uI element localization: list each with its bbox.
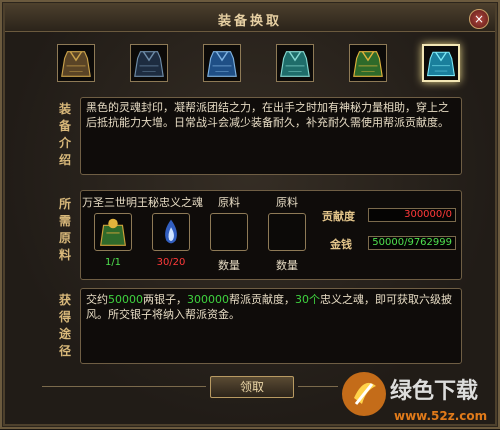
material-slot-4[interactable]	[268, 213, 306, 251]
route-money: 50000	[108, 293, 143, 306]
equipment-slot-1[interactable]	[57, 44, 95, 82]
material-slot-1[interactable]	[94, 213, 132, 251]
acquisition-route: 交约50000两银子，300000帮派贡献度，30个忠义之魂，即可获取六级披风。…	[86, 292, 458, 322]
route-souls: 30个	[295, 293, 320, 306]
route-text-2: 两银子，	[143, 293, 187, 306]
description-label-text: 装备介绍	[58, 102, 71, 167]
route-text-3: 帮派贡献度，	[229, 293, 295, 306]
equipment-slot-4[interactable]	[276, 44, 314, 82]
route-label-text: 获得途径	[58, 293, 71, 358]
cloak-blue-icon	[207, 51, 237, 77]
route-contribution: 300000	[187, 293, 229, 306]
material-count-4: 数量	[276, 259, 298, 272]
blue-flame-icon	[165, 219, 177, 244]
route-section-label: 获得途径	[58, 292, 72, 360]
material-count-3: 数量	[218, 259, 240, 272]
cloak-gold-green-icon	[353, 51, 383, 77]
cloak-teal-icon	[280, 51, 310, 77]
material-slot-3[interactable]	[210, 213, 248, 251]
material-slot-2[interactable]	[152, 213, 190, 251]
route-text-1: 交约	[86, 293, 108, 306]
empty-slot-icon	[269, 214, 305, 250]
watermark-site: www.52z.com	[394, 409, 487, 423]
equipment-description: 黑色的灵魂封印，凝帮派团结之力，在出手之时加有神秘力量相助，穿上之后抵抗能力大增…	[86, 101, 449, 129]
cloak-brown-icon	[61, 51, 91, 77]
equipment-slot-5[interactable]	[349, 44, 387, 82]
money-label: 金钱	[330, 238, 352, 251]
material-name-4: 原料	[276, 196, 298, 209]
equipment-slot-6[interactable]	[422, 44, 460, 82]
money-value: 50000/9762999	[368, 236, 456, 250]
materials-section-label: 所需原料	[58, 196, 72, 264]
close-button[interactable]: ×	[469, 9, 489, 29]
materials-label-text: 所需原料	[58, 197, 71, 262]
empty-slot-icon	[211, 214, 247, 250]
material-count-1: 1/1	[104, 257, 122, 268]
contribution-label: 贡献度	[322, 210, 355, 223]
contribution-value: 300000/0	[368, 208, 456, 222]
description-section-label: 装备介绍	[58, 101, 72, 169]
site-watermark-logo: 绿色下载 www.52z.com	[342, 372, 487, 423]
material-name-3: 原料	[218, 196, 240, 209]
title-bar[interactable]: 装备换取 ×	[5, 5, 495, 32]
claim-button[interactable]: 领取	[210, 376, 294, 398]
equipment-row	[57, 44, 467, 90]
window-title: 装备换取	[217, 14, 282, 29]
divider-left	[42, 386, 206, 387]
cloak-cyan-icon	[426, 51, 456, 77]
material-name-1: 万圣三世明王秘忠义之魂	[82, 196, 203, 209]
equipment-slot-3[interactable]	[203, 44, 241, 82]
divider-right	[298, 386, 338, 387]
material-count-2: 30/20	[156, 257, 186, 268]
cloak-dark-blue-icon	[134, 51, 164, 77]
equipment-slot-2[interactable]	[130, 44, 168, 82]
exchange-window: 装备换取 × 装备介绍 黑色的灵魂封印，凝帮派团结之力，在出手之时加有神秘力量相…	[0, 0, 500, 429]
watermark-brand: 绿色下载	[390, 378, 478, 404]
soul-item-icon	[100, 218, 126, 246]
